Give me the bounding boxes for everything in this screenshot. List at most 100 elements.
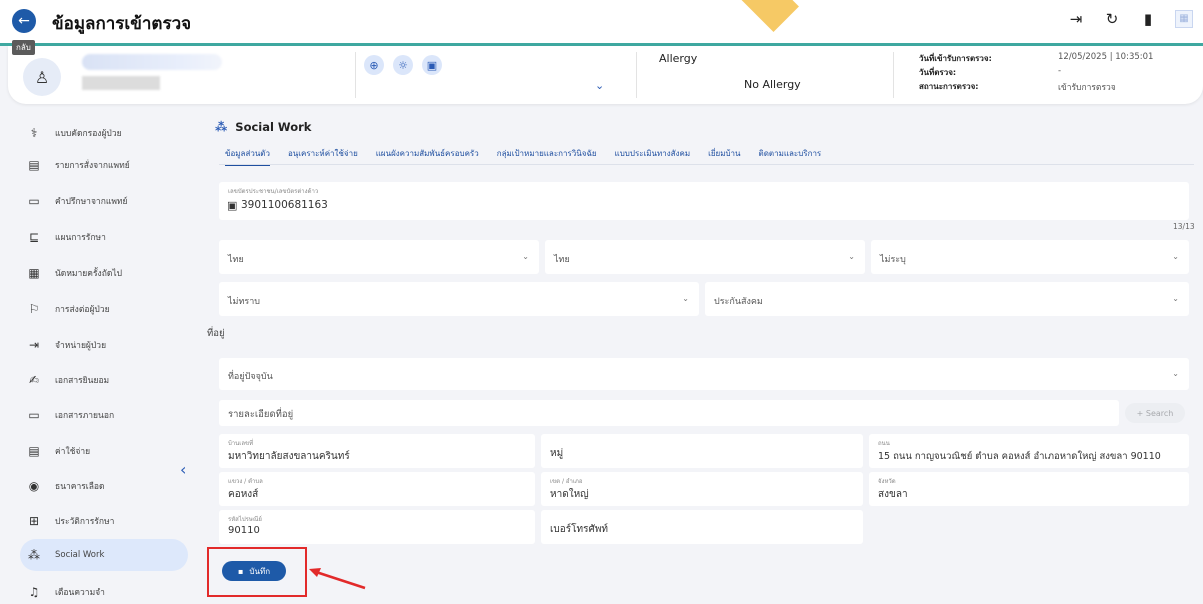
divider [355,52,356,98]
field-placeholder: เบอร์โทรศัพท์ [550,524,609,535]
bill-icon: ▤ [28,444,40,458]
screening-icon: ⚕ [30,126,38,140]
sidebar-item-label: เอกสารยินยอม [55,376,110,386]
current-address-select[interactable]: ที่อยู่ปัจจุบัน ⌄ [219,358,1189,390]
tab-divider [219,164,1194,165]
sidebar-item-plan[interactable]: ⊑ แผนการรักษา [20,221,188,253]
sidebar-item-label: รายการสั่งจากแพทย์ [55,161,130,171]
address-detail-input[interactable]: รายละเอียดที่อยู่ [219,400,1119,426]
patient-id-redacted [82,76,160,90]
sidebar-item-label: จำหน่ายผู้ป่วย [55,341,107,351]
chevron-down-icon: ⌄ [682,294,689,303]
annotation-arrow [309,568,366,590]
subdistrict-field[interactable]: แขวง / ตำบล คอหงส์ [219,472,535,506]
save-button[interactable]: ▪ บันทึก [222,561,286,581]
visit-date-value: 12/05/2025 | 10:35:01 [1058,52,1154,62]
arrow-left-icon: ← [18,13,30,29]
select-value: ที่อยู่ปัจจุบัน [228,372,273,382]
order-icon: ▤ [28,158,40,172]
page-title: ข้อมูลการเข้าตรวจ [52,14,192,34]
postcode-field[interactable]: รหัสไปรษณีย์ 90110 [219,510,535,544]
field-label: จังหวัด [878,478,896,485]
chevron-down-icon: ⌄ [1172,252,1179,261]
sidebar: ⚕ แบบคัดกรองผู้ป่วย ▤ รายการสั่งจากแพทย์ ▭… [0,112,195,604]
history-icon: ⊞ [28,514,40,528]
calendar-icon: ▦ [28,266,40,280]
sidebar-item-label: เตือนความจำ [55,588,105,598]
sidebar-item-expense[interactable]: ▤ ค่าใช้จ่าย [20,435,188,467]
note-icon: ▣ [426,58,438,72]
field-value: 3901100681163 [241,199,328,211]
user-icon: ♙ [34,67,50,87]
id-number-field[interactable]: เลขบัตรประชาชน/เลขบัตรต่างด้าว 390110068… [219,182,1189,220]
main-content: ⁂ Social Work ข้อมูลส่วนตัว อนุเคราะห์ค่า… [207,112,1197,604]
sidebar-item-social-work[interactable]: ⁂ Social Work [20,539,188,571]
district-field[interactable]: เขต / อำเภอ หาดใหญ่ [541,472,863,506]
chevron-down-icon: ⌄ [1172,294,1179,303]
field-value: 15 ถนน กาญจนวณิชย์ ตำบล คอหงส์ อำเภอหาดใ… [878,451,1161,462]
expand-icon[interactable]: ⌄ [595,79,604,92]
bell-icon: ♫ [28,585,40,599]
save-icon: ▪ [237,566,244,576]
field-value: สงขลา [878,489,908,500]
select-value: ประกันสังคม [714,297,763,307]
road-field[interactable]: ถนน 15 ถนน กาญจนวณิชย์ ตำบล คอหงส์ อำเภอ… [869,434,1189,468]
sidebar-item-transfer[interactable]: ⚐ การส่งต่อผู้ป่วย [20,293,188,325]
vitals-button[interactable]: ⊕ [364,55,384,75]
allergy-label: Allergy [659,52,698,65]
field-counter: 13/13 [1173,222,1195,231]
nationality-select[interactable]: ไทย ⌄ [219,240,539,274]
back-button[interactable]: ← [12,9,36,33]
sidebar-item-consult[interactable]: ▭ คำปรึกษาจากแพทย์ [20,185,188,217]
input-placeholder: รายละเอียดที่อยู่ [228,409,294,420]
refresh-icon[interactable]: ↻ [1103,10,1121,28]
sidebar-item-label: เอกสารภายนอก [55,411,115,421]
sidebar-item-label: การส่งต่อผู้ป่วย [55,305,110,315]
status-label: สถานะการตรวจ: [919,82,979,91]
field-value: หาดใหญ่ [550,489,589,500]
field-label: เขต / อำเภอ [550,478,583,485]
delete-icon[interactable]: ▮ [1139,10,1157,28]
header-actions: ⇥ ↻ ▮ ▦ [1067,10,1193,28]
avatar: ♙ [23,58,61,96]
sun-button[interactable]: ☼ [393,55,413,75]
field-value: 90110 [228,525,260,536]
race-select[interactable]: ไทย ⌄ [545,240,865,274]
sidebar-item-label: Social Work [55,550,105,560]
field-placeholder: หมู่ [550,448,564,459]
sidebar-item-orders[interactable]: ▤ รายการสั่งจากแพทย์ [20,149,188,181]
select-value: ไม่ทราบ [228,297,260,307]
sidebar-item-blood-bank[interactable]: ◉ ธนาคารเลือด [20,470,188,502]
sidebar-item-screening[interactable]: ⚕ แบบคัดกรองผู้ป่วย [20,117,188,149]
social-icon: ⁂ [215,120,228,134]
search-button[interactable]: + Search [1125,403,1185,423]
sidebar-item-appointment[interactable]: ▦ นัดหมายครั้งถัดไป [20,257,188,289]
exam-date-label: วันที่ตรวจ: [919,68,957,77]
insurance-select[interactable]: ประกันสังคม ⌄ [705,282,1189,316]
vitals-icon: ⊕ [369,58,379,72]
unknown-select[interactable]: ไม่ทราบ ⌄ [219,282,699,316]
top-bar: ← ข้อมูลการเข้าตรวจ ⇥ ↻ ▮ ▦ [0,0,1203,44]
address-section-label: ที่อยู่ [207,328,225,339]
collapse-sidebar-icon[interactable]: ‹ [180,460,186,479]
sidebar-item-reminder[interactable]: ♫ เตือนความจำ [20,576,188,604]
religion-select[interactable]: ไม่ระบุ ⌄ [871,240,1189,274]
sidebar-item-label: คำปรึกษาจากแพทย์ [55,197,128,207]
house-number-field[interactable]: บ้านเลขที่ มหาวิทยาลัยสงขลานครินทร์ [219,434,535,468]
phone-field[interactable]: เบอร์โทรศัพท์ [541,510,863,544]
moo-field[interactable]: หมู่ [541,434,863,468]
province-field[interactable]: จังหวัด สงขลา [869,472,1189,506]
grid-icon[interactable]: ▦ [1175,10,1193,28]
back-tooltip: กลับ [12,40,35,55]
chevron-down-icon: ⌄ [522,252,529,261]
sun-icon: ☼ [398,58,408,72]
sidebar-item-consent[interactable]: ✍ เอกสารยินยอม [20,364,188,396]
field-label: ถนน [878,440,890,447]
exit-icon[interactable]: ⇥ [1067,10,1085,28]
field-label: แขวง / ตำบล [228,478,263,485]
allergy-value: No Allergy [744,78,801,91]
sidebar-item-discharge[interactable]: ⇥ จำหน่ายผู้ป่วย [20,329,188,361]
sidebar-item-history[interactable]: ⊞ ประวัติการรักษา [20,505,188,537]
note-button[interactable]: ▣ [422,55,442,75]
sidebar-item-external-docs[interactable]: ▭ เอกสารภายนอก [20,399,188,431]
